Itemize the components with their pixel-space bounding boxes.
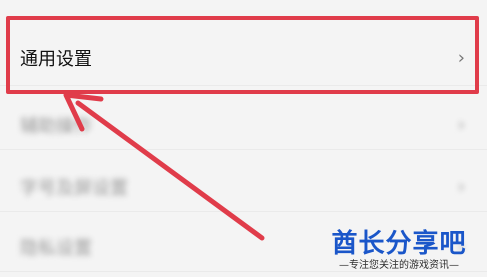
watermark: 酋长分享吧 —专注您关注的游戏资讯— [319, 229, 479, 273]
watermark-slogan: —专注您关注的游戏资讯— [339, 260, 459, 271]
watermark-brand: 酋长分享吧 [331, 229, 467, 259]
settings-screen: 通用设置 › 辅助操作 › 字号及屏设置 › 隐私设置 › 酋长分享吧 —专注您… [0, 0, 487, 277]
